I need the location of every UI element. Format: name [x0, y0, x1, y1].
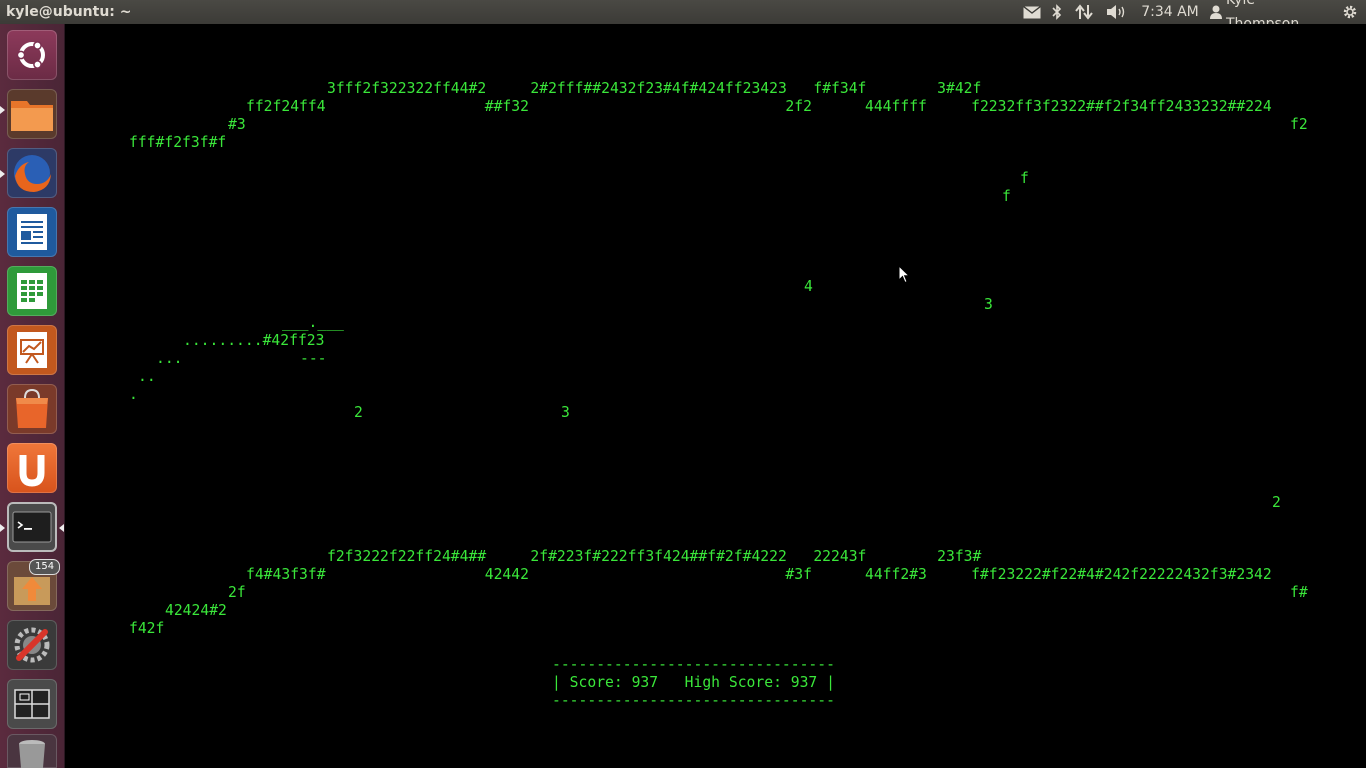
terminal-line: 3	[561, 404, 570, 421]
update-count-badge: 154	[29, 559, 61, 575]
volume-icon[interactable]	[1104, 0, 1130, 24]
clock[interactable]: 7:34 AM	[1140, 0, 1200, 24]
terminal-button[interactable]	[7, 502, 57, 552]
calc-spreadsheet-icon	[17, 273, 47, 309]
terminal-line: .........#42ff23	[183, 332, 325, 349]
impress-presentation-icon	[17, 332, 47, 368]
terminal-line: 2	[1272, 494, 1281, 511]
score-line: | Score: 937 High Score: 937 |	[552, 674, 835, 691]
workspace-switcher-button[interactable]	[7, 679, 57, 729]
user-icon[interactable]	[1208, 0, 1224, 24]
terminal-line: ..	[138, 368, 156, 385]
score-border-bottom: --------------------------------	[552, 692, 835, 709]
bluetooth-icon[interactable]	[1049, 0, 1065, 24]
mail-icon[interactable]	[1021, 0, 1043, 24]
terminal-line: f2	[1290, 116, 1308, 133]
terminal-line: ---	[300, 350, 327, 367]
score-border-top: --------------------------------	[552, 656, 835, 673]
ubuntu-dash-button[interactable]	[7, 30, 57, 80]
terminal-line: .	[129, 386, 138, 403]
software-center-button[interactable]	[7, 384, 57, 434]
libreoffice-impress-button[interactable]	[7, 325, 57, 375]
terminal-line: f42f	[129, 620, 165, 637]
launcher: 154	[0, 24, 65, 768]
terminal-line: #3	[228, 116, 246, 133]
folder-icon	[11, 101, 53, 131]
writer-document-icon	[17, 214, 47, 250]
terminal-line: f#	[1290, 584, 1308, 601]
ubuntu-one-button[interactable]	[7, 443, 57, 493]
window-title: kyle@ubuntu: ~	[6, 4, 132, 20]
power-gear-icon[interactable]	[1340, 0, 1360, 24]
shopping-bag-icon	[16, 388, 48, 428]
firefox-button[interactable]	[7, 148, 57, 198]
terminal-line: ...	[156, 350, 183, 367]
running-indicator	[0, 170, 5, 178]
terminal-line: f4#43f3f# 42442 #3f 44ff2#3 f#f23222#f22…	[246, 566, 1272, 583]
terminal-line: 2f	[228, 584, 246, 601]
trash-icon	[19, 740, 45, 768]
terminal-line: f2f3222f22ff24#4## 2f#223f#222ff3f424##f…	[327, 548, 982, 565]
terminal-line: ff2f24ff4 ##f32 2f2 444ffff f2232ff3f232…	[246, 98, 1272, 115]
files-button[interactable]	[7, 89, 57, 139]
terminal-line: 42424#2	[165, 602, 227, 619]
terminal-line: 3fff2f322322ff44#2 2#2fff##2432f23#4f#42…	[327, 80, 982, 97]
top-panel: kyle@ubuntu: ~ 7:34 AM Kyle Thompson	[0, 0, 1366, 32]
terminal-line: fff#f2f3f#f	[129, 134, 227, 151]
ubuntu-logo-icon	[16, 41, 45, 69]
mouse-pointer-icon	[898, 265, 910, 284]
terminal-icon	[12, 511, 52, 543]
ubuntu-one-icon	[19, 455, 45, 487]
terminal-line: f	[1020, 170, 1029, 187]
running-indicator	[0, 524, 5, 532]
terminal-line: 2	[354, 404, 363, 421]
terminal-line: ___.___	[282, 314, 344, 331]
user-name[interactable]: Kyle Thompson	[1226, 0, 1332, 32]
workspace-grid-icon	[14, 689, 50, 719]
terminal-line: 4	[804, 278, 813, 295]
system-settings-button[interactable]	[7, 620, 57, 670]
running-indicator	[0, 106, 5, 114]
settings-wrench-icon	[14, 627, 50, 663]
trash-button[interactable]	[7, 734, 57, 768]
terminal-line: f	[1002, 188, 1011, 205]
network-icon[interactable]	[1073, 0, 1095, 24]
focused-indicator	[59, 524, 64, 532]
terminal-line: 3	[984, 296, 993, 313]
firefox-icon	[14, 155, 51, 192]
terminal-window[interactable]: 3fff2f322322ff44#2 2#2fff##2432f23#4f#42…	[65, 24, 1366, 768]
libreoffice-calc-button[interactable]	[7, 266, 57, 316]
libreoffice-writer-button[interactable]	[7, 207, 57, 257]
